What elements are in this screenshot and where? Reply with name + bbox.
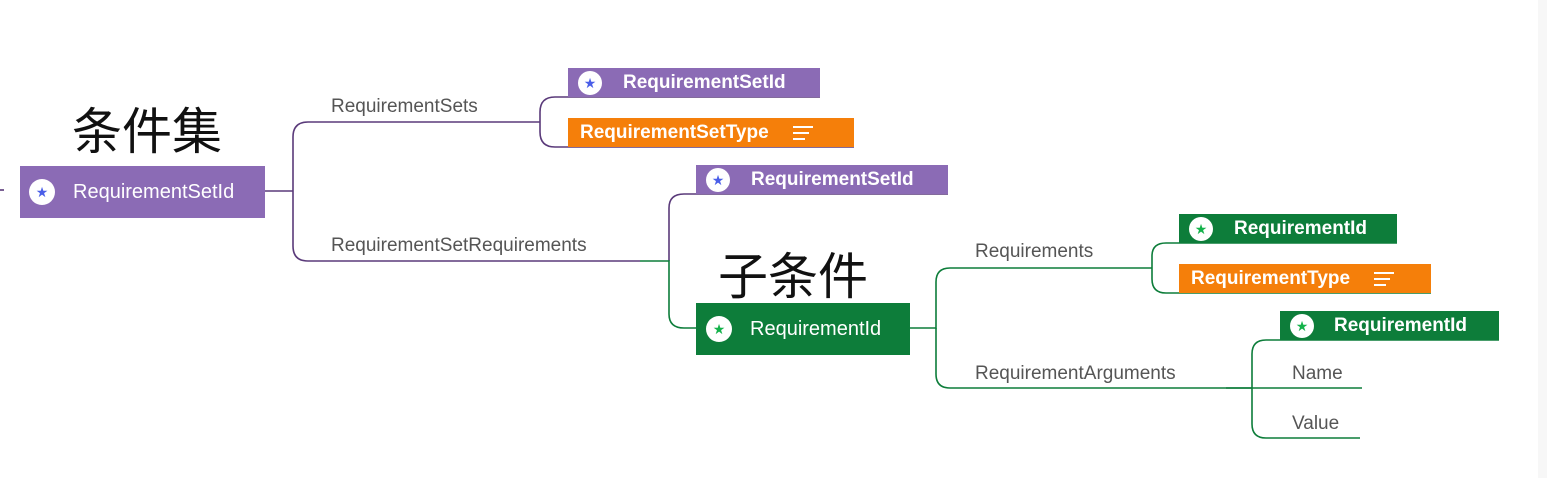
scrollbar-track[interactable] [1538,0,1547,478]
node-requirementsetid-key[interactable]: ★ RequirementSetId [568,68,820,97]
node-label: RequirementSetId [751,168,914,190]
node-requirementid-fk[interactable]: ★ RequirementId [1280,311,1499,340]
branch-label-requirementsetrequirements[interactable]: RequirementSetRequirements [331,235,587,257]
star-icon: ★ [1189,216,1213,241]
connector-root-to-sets [265,121,540,192]
root-node-requirementsetid[interactable]: ★ RequirementSetId [20,166,265,218]
star-icon: ★ [1290,313,1314,338]
star-icon: ★ [578,70,602,95]
star-icon: ★ [706,316,732,342]
requirement-set-title: 条件集 [72,103,222,161]
connector-req-to-requirements [910,267,1152,329]
node-label: RequirementSetType [580,121,769,143]
node-requirementsettype[interactable]: RequirementSetType [568,118,854,147]
node-label: RequirementSetId [73,180,235,203]
leaf-label-name[interactable]: Name [1292,363,1343,385]
node-requirementid-key[interactable]: ★ RequirementId [1179,214,1397,243]
node-label: RequirementSetId [623,71,786,93]
note-icon [1374,270,1395,288]
node-requirementid-main[interactable]: ★ RequirementId [696,303,910,355]
connector-arguments-children [1226,339,1499,439]
note-icon [792,124,813,142]
leaf-label-value[interactable]: Value [1292,413,1339,435]
branch-label-requirementsets[interactable]: RequirementSets [331,96,478,118]
node-label: RequirementId [1334,314,1468,336]
branch-label-requirementarguments[interactable]: RequirementArguments [975,363,1176,385]
branch-label-requirements[interactable]: Requirements [975,241,1093,263]
node-label: RequirementId [750,317,882,340]
node-requirementtype[interactable]: RequirementType [1179,264,1431,293]
node-requirementsetid-fk[interactable]: ★ RequirementSetId [696,165,948,194]
mindmap-canvas: 条件集 子条件 ★ RequirementSetId RequirementSe… [0,0,1547,478]
node-label: RequirementType [1191,267,1351,289]
star-icon: ★ [29,179,55,205]
requirement-title: 子条件 [718,248,868,306]
connector-setreqs-green [640,260,696,329]
node-label: RequirementId [1234,217,1368,239]
star-icon: ★ [706,167,730,192]
